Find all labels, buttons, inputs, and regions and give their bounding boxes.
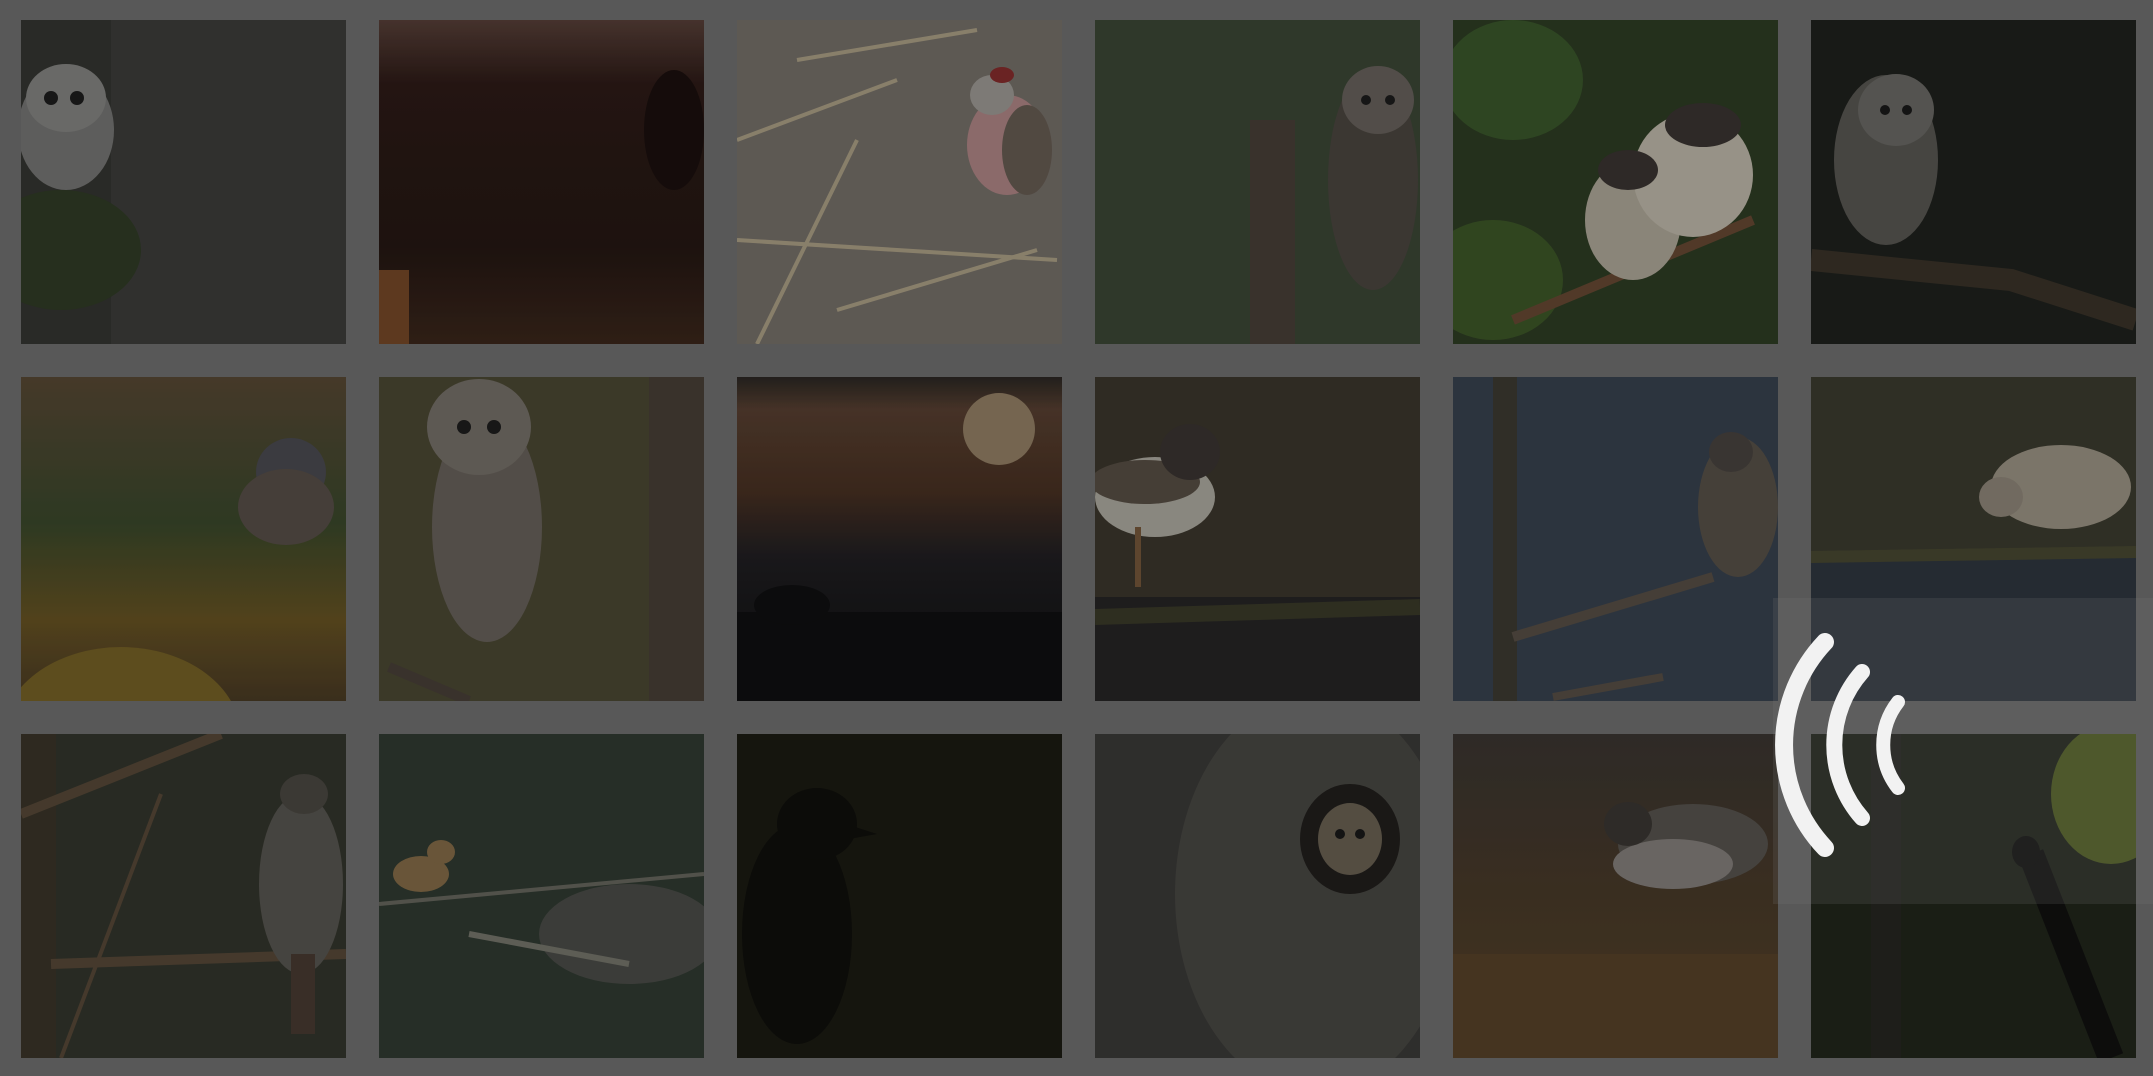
photo-tile-falcon[interactable] [1453, 377, 1778, 701]
photo-gallery-grid [21, 20, 2136, 1058]
photo-tile-owlet[interactable] [21, 20, 346, 344]
owlet-photo [21, 20, 346, 344]
falcon-photo [1453, 377, 1778, 701]
photo-tile-waxwing[interactable] [379, 734, 704, 1058]
waxwing-photo [379, 734, 704, 1058]
photo-tile-redpoll[interactable] [737, 20, 1062, 344]
plover-grass-photo [1453, 734, 1778, 1058]
junco-photo [21, 377, 346, 701]
plover-photo [1095, 377, 1420, 701]
crow-silhouette-photo [737, 734, 1062, 1058]
barred-owl-stump-photo [1095, 20, 1420, 344]
photo-tile-barred-owl-perch[interactable] [379, 377, 704, 701]
swallows-photo [1453, 20, 1778, 344]
photo-tile-sunset-dark[interactable] [379, 20, 704, 344]
photo-tile-moon-silhouette[interactable] [737, 377, 1062, 701]
photo-tile-crow-silhouette[interactable] [737, 734, 1062, 1058]
photo-tile-hawk[interactable] [21, 734, 346, 1058]
barred-owl-perch-photo [379, 377, 704, 701]
photo-tile-plover-grass[interactable] [1453, 734, 1778, 1058]
photo-tile-barred-owl-stump[interactable] [1095, 20, 1420, 344]
sunset-photo [379, 20, 704, 344]
photo-tile-plover[interactable] [1095, 377, 1420, 701]
hawk-photo [21, 734, 346, 1058]
owl-in-cavity-photo [1095, 734, 1420, 1058]
photo-tile-barred-owl-dark[interactable] [1811, 20, 2136, 344]
wireless-signal-icon [1770, 630, 1910, 860]
moon-silhouette-photo [737, 377, 1062, 701]
photo-tile-junco[interactable] [21, 377, 346, 701]
photo-tile-owl-in-cavity[interactable] [1095, 734, 1420, 1058]
photo-tile-swallows[interactable] [1453, 20, 1778, 344]
barred-owl-dark-photo [1811, 20, 2136, 344]
redpoll-photo [737, 20, 1062, 344]
